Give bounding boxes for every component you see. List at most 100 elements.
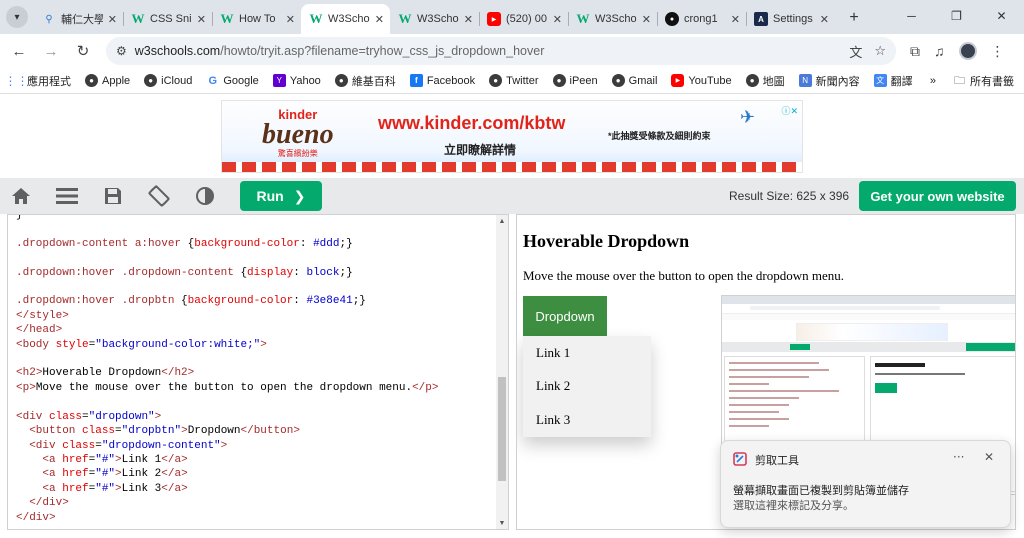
media-control-icon[interactable]: ♫ [934,43,945,59]
ad-choices-icon[interactable]: ⓘ✕ [781,104,798,117]
bookmark-item[interactable]: ● Gmail [611,74,658,87]
dark-mode-icon[interactable] [194,185,216,207]
save-icon[interactable] [102,185,124,207]
tab-close-icon[interactable]: ✕ [108,13,117,26]
dropdown-link[interactable]: Link 2 [523,370,651,404]
browser-tab[interactable]: ● crong1 ✕ [657,4,746,34]
bookmark-item[interactable]: ● 地圖 [745,73,785,89]
bookmarks-bar: ⋮⋮ 應用程式 ● Apple ● iCloud G Google Y Yahoo ● 維基百科 f Fa… [0,68,1024,94]
browser-tab[interactable]: A Settings ✕ [746,4,835,34]
site-info-icon[interactable]: ⚙ [116,44,127,58]
forward-button[interactable]: → [38,38,64,64]
code-text[interactable]: } .dropdown-content a:hover {background-… [16,215,439,525]
bookmark-item[interactable]: f Facebook [409,74,476,87]
all-bookmarks-button[interactable]: 🗀 所有書籤 [954,72,1014,91]
bookmark-label: Gmail [628,74,658,87]
code-editor[interactable]: } .dropdown-content a:hover {background-… [7,214,509,530]
restore-button[interactable]: ❐ [934,0,979,32]
bookmark-item[interactable]: ▶ YouTube [671,74,732,87]
bookmark-item[interactable]: ● Twitter [489,74,539,87]
bookmark-label: Facebook [426,74,476,87]
tab-close-icon[interactable]: ✕ [464,13,473,26]
tab-strip: ▾ ⚲ 輔仁大學 ✕ W CSS Snippets ✕ W How To ✕ W W3Schools… [0,0,1024,34]
tab-list: ⚲輔仁大學✕WCSS Snippets✕WHow To✕WW3Schools✕W… [34,0,835,34]
tab-title: W3Schools [328,13,370,25]
dropdown-link[interactable]: Link 1 [523,336,651,370]
bookmark-label: Yahoo [289,74,321,87]
tab-title: crong1 [684,13,718,25]
facebook-icon: f [409,74,423,87]
home-icon[interactable] [10,185,32,207]
globe-icon: ● [611,74,625,87]
code-scrollbar[interactable]: ▲ ▼ [496,215,508,529]
url-field[interactable]: ⚙ w3schools.com/howto/tryit.asp?filename… [106,37,896,65]
tab-close-icon[interactable]: ✕ [731,13,740,26]
close-window-button[interactable]: ✕ [979,0,1024,32]
bookmark-item[interactable]: G Google [206,74,259,87]
browser-tab[interactable]: W W3Schools ✕ [568,4,657,34]
run-label: Run [256,188,284,204]
plane-icon: ✈ [740,107,756,127]
tab-close-icon[interactable]: ✕ [197,13,206,26]
back-button[interactable]: ← [6,38,32,64]
reload-button[interactable]: ↻ [70,38,96,64]
bookmark-item[interactable]: ● iPeen [552,74,598,87]
dropdown-link[interactable]: Link 3 [523,403,651,437]
tab-title: W3Schools [595,13,637,25]
ad-wave-decoration [222,162,802,172]
run-button[interactable]: Run ❯ [240,181,322,211]
tab-search-button[interactable]: ▾ [6,6,28,28]
bookmark-item[interactable]: ● 維基百科 [334,73,396,89]
w3schools-icon: W [220,11,234,26]
apps-grid-icon: ⋮⋮ [4,73,29,88]
result-size: Result Size: 625 x 396 [729,189,850,203]
bookmark-item[interactable]: ⋮⋮ 應用程式 [4,73,72,89]
dropdown-button[interactable]: Dropdown [523,296,607,336]
browser-tab[interactable]: W W3Schools ✕ [390,4,479,34]
scroll-up-icon[interactable]: ▲ [496,215,508,227]
tab-close-icon[interactable]: ✕ [286,13,295,26]
get-own-website-button[interactable]: Get your own website [859,181,1016,211]
toast-hint: 選取這裡來標記及分享。 [733,499,854,512]
menu-icon[interactable] [56,185,78,207]
bookmark-item[interactable]: Y Yahoo [272,74,321,87]
translate-icon[interactable]: 文 [849,42,862,61]
bookmark-label: 地圖 [762,75,785,88]
extensions-icon[interactable]: ⧉ [910,43,920,60]
browser-tab[interactable]: W How To ✕ [212,4,301,34]
ad-banner[interactable]: kinder bueno 驚喜繽紛樂 www.kinder.com/kbtw 立… [221,100,803,173]
profile-avatar[interactable] [958,42,977,60]
bookmark-item[interactable]: ● iCloud [144,74,192,87]
more-options-icon[interactable]: ··· [953,450,964,464]
tab-close-icon[interactable]: ✕ [820,13,829,26]
browser-tab[interactable]: W W3Schools ✕ [301,4,390,34]
address-bar: ← → ↻ ⚙ w3schools.com/howto/tryit.asp?fi… [0,34,1024,68]
snipping-tool-notification[interactable]: 剪取工具 ··· ✕ 螢幕擷取畫面已複製到剪貼簿並儲存 選取這裡來標記及分享。 [720,440,1011,528]
translate-icon: 文 [873,74,887,87]
tab-close-icon[interactable]: ✕ [375,13,384,26]
tab-title: CSS Snippets [150,13,192,25]
tab-close-icon[interactable]: ✕ [553,13,562,26]
scrollbar-thumb[interactable] [498,377,506,481]
tab-title: 輔仁大學 [61,14,103,26]
close-icon[interactable]: ✕ [984,450,994,464]
rotate-layout-icon[interactable] [148,185,170,207]
menu-kebab-icon[interactable]: ⋮ [991,43,1005,60]
browser-tab[interactable]: ⚲ 輔仁大學 ✕ [34,4,123,34]
bookmark-item[interactable]: ● Apple [85,74,130,87]
bookmark-star-icon[interactable]: ☆ [874,43,886,59]
globe-icon: ● [85,74,98,87]
new-tab-button[interactable]: + [843,7,865,29]
news-icon: N [798,74,812,87]
scroll-down-icon[interactable]: ▼ [496,517,508,529]
browser-tab[interactable]: W CSS Snippets ✕ [123,4,212,34]
tab-title: Settings [773,13,813,25]
bookmark-item[interactable]: N 新聞內容 [798,73,860,89]
browser-tab[interactable]: ▶ (520) 00 ✕ [479,4,568,34]
tab-close-icon[interactable]: ✕ [642,13,651,26]
w3schools-icon: W [576,11,590,26]
bookmark-item[interactable]: 文翻譯 [873,73,913,89]
url-path: /howto/tryit.asp?filename=tryhow_css_js_… [220,44,545,58]
bookmarks-overflow-button[interactable]: » [930,75,936,87]
minimize-button[interactable]: ─ [889,0,934,32]
